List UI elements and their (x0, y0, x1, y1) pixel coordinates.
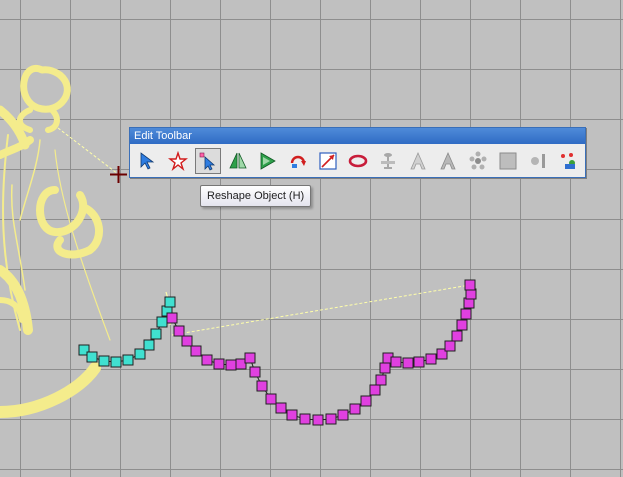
reshape-object-button[interactable] (195, 148, 221, 174)
fan-grey-icon (469, 151, 487, 170)
edit-toolbar[interactable]: Edit Toolbar (129, 127, 586, 178)
spark-grey-icon (531, 154, 545, 168)
reshape-arrow-icon (199, 152, 216, 171)
scale-box-icon (319, 152, 337, 170)
fan-button[interactable] (465, 148, 491, 174)
generate-button[interactable] (555, 148, 581, 174)
crosshair-cursor-icon (110, 166, 127, 183)
scale-button[interactable] (315, 148, 341, 174)
letter-a-outline-icon (410, 152, 426, 170)
magenta-nodes[interactable] (166, 279, 477, 426)
polyline-select-button[interactable] (165, 148, 191, 174)
connect-button[interactable] (345, 148, 371, 174)
magic-wand-icon (561, 153, 575, 169)
fill-a-button[interactable] (435, 148, 461, 174)
mirror-triangle-right-icon (260, 152, 276, 170)
block-button[interactable] (495, 148, 521, 174)
select-object-button[interactable] (135, 148, 161, 174)
square-grey-icon (499, 152, 517, 170)
mirror-horizontal-button[interactable] (225, 148, 251, 174)
red-loop-icon (348, 154, 368, 168)
embroidery-drawing[interactable] (0, 0, 623, 477)
outline-a-button[interactable] (405, 148, 431, 174)
rotate-button[interactable] (285, 148, 311, 174)
rotate-arrow-icon (290, 155, 306, 168)
arrow-select-icon (140, 152, 155, 170)
toolbar-title[interactable]: Edit Toolbar (130, 128, 585, 144)
align-grey-icon (381, 153, 395, 169)
mirror-triangle-icon (229, 152, 247, 169)
cyan-nodes[interactable] (78, 296, 176, 368)
align-button[interactable] (375, 148, 401, 174)
tool-row (135, 148, 585, 174)
letter-a-fill-icon (440, 152, 456, 170)
star-select-icon (168, 151, 188, 171)
mirror-vertical-button[interactable] (255, 148, 281, 174)
tooltip: Reshape Object (H) (200, 185, 312, 207)
spark-button[interactable] (525, 148, 551, 174)
